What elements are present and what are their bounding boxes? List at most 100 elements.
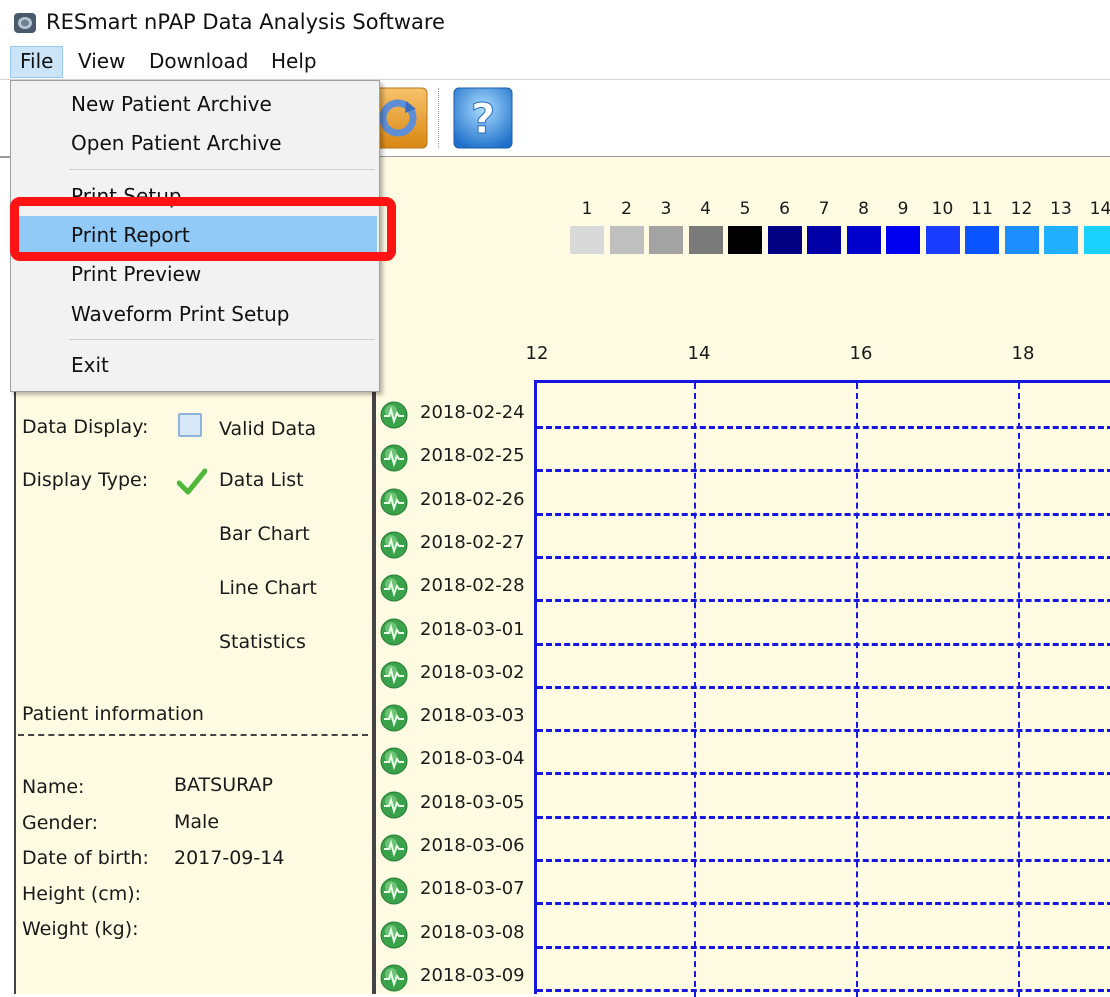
legend-number: 8 — [844, 199, 884, 219]
hour-tick-label: 14 — [679, 343, 719, 364]
menu-view[interactable]: View — [69, 46, 134, 76]
display-type-label: Display Type: — [22, 469, 148, 491]
record-row-line — [537, 859, 1110, 862]
legend-swatch — [926, 226, 960, 254]
record-date-label[interactable]: 2018-03-05 — [420, 792, 525, 813]
toolbar-separator — [438, 88, 439, 148]
record-row-line — [537, 902, 1110, 905]
record-icon[interactable] — [380, 921, 408, 949]
valid-data-label[interactable]: Valid Data — [219, 418, 316, 440]
menu-separator — [69, 339, 375, 340]
patient-info-divider — [18, 734, 368, 736]
legend-swatch — [807, 226, 841, 254]
record-row-line — [537, 729, 1110, 732]
record-row-line — [537, 989, 1110, 992]
menu-help[interactable]: Help — [262, 46, 326, 76]
legend-number: 4 — [686, 199, 726, 219]
legend-number: 5 — [725, 199, 765, 219]
legend-number: 2 — [607, 199, 647, 219]
record-row-line — [537, 946, 1110, 949]
hour-tick-label: 16 — [841, 343, 881, 364]
legend-number: 1 — [567, 199, 607, 219]
record-row-line — [537, 686, 1110, 689]
display-type-line-chart[interactable]: Line Chart — [219, 577, 317, 599]
legend-swatch — [570, 226, 604, 254]
record-icon[interactable] — [380, 661, 408, 689]
record-icon[interactable] — [380, 791, 408, 819]
record-icon[interactable] — [380, 444, 408, 472]
record-icon[interactable] — [380, 834, 408, 862]
record-date-label[interactable]: 2018-02-24 — [420, 402, 525, 423]
record-date-label[interactable]: 2018-02-27 — [420, 532, 525, 553]
legend-number: 12 — [1002, 199, 1042, 219]
height-label: Height (cm): — [22, 883, 141, 905]
record-date-label[interactable]: 2018-02-26 — [420, 489, 525, 510]
record-icon[interactable] — [380, 488, 408, 516]
data-display-label: Data Display: — [22, 416, 148, 438]
legend-number: 11 — [962, 199, 1002, 219]
display-type-statistics[interactable]: Statistics — [219, 631, 306, 653]
menu-download[interactable]: Download — [140, 46, 257, 76]
menu-item-exit[interactable]: Exit — [11, 346, 377, 384]
record-row-line — [537, 513, 1110, 516]
dob-label: Date of birth: — [22, 847, 149, 869]
record-date-label[interactable]: 2018-03-02 — [420, 662, 525, 683]
record-icon[interactable] — [380, 574, 408, 602]
record-icon[interactable] — [380, 877, 408, 905]
legend-swatch — [649, 226, 683, 254]
display-type-bar-chart[interactable]: Bar Chart — [219, 523, 310, 545]
record-date-label[interactable]: 2018-03-09 — [420, 965, 525, 986]
record-date-label[interactable]: 2018-03-03 — [420, 705, 525, 726]
record-icon[interactable] — [380, 618, 408, 646]
record-date-label[interactable]: 2018-03-01 — [420, 619, 525, 640]
record-icon[interactable] — [380, 401, 408, 429]
record-icon[interactable] — [380, 531, 408, 559]
hour-tick-label: 18 — [1003, 343, 1043, 364]
record-date-label[interactable]: 2018-02-25 — [420, 445, 525, 466]
legend-swatch — [1005, 226, 1039, 254]
menu-item-open-patient-archive[interactable]: Open Patient Archive — [11, 124, 377, 162]
legend-number: 13 — [1041, 199, 1081, 219]
legend-swatch — [965, 226, 999, 254]
menu-file[interactable]: File — [10, 46, 63, 78]
annotation-highlight-box — [10, 197, 396, 261]
name-label: Name: — [22, 776, 84, 798]
record-icon[interactable] — [380, 747, 408, 775]
title-bar: RESmart nPAP Data Analysis Software — [0, 0, 1110, 44]
legend-swatch — [886, 226, 920, 254]
record-icon[interactable] — [380, 964, 408, 992]
record-row-line — [537, 816, 1110, 819]
checkmark-icon — [177, 466, 207, 496]
record-row-line — [537, 772, 1110, 775]
help-icon[interactable]: ? — [453, 87, 513, 149]
usage-chart[interactable] — [534, 380, 1110, 994]
menu-bar: File View Download Help — [0, 44, 1110, 78]
legend-swatch — [689, 226, 723, 254]
gender-label: Gender: — [22, 812, 98, 834]
record-icon[interactable] — [380, 704, 408, 732]
app-icon — [14, 13, 36, 33]
legend-number: 9 — [883, 199, 923, 219]
dob-value: 2017-09-14 — [174, 847, 284, 869]
gender-value: Male — [174, 811, 219, 833]
legend-swatch — [610, 226, 644, 254]
legend-number: 10 — [923, 199, 963, 219]
name-value: BATSURAP — [174, 774, 273, 796]
legend-number: 14 — [1081, 199, 1110, 219]
display-type-data-list[interactable]: Data List — [219, 469, 304, 491]
record-date-label[interactable]: 2018-03-06 — [420, 835, 525, 856]
menu-item-waveform-print-setup[interactable]: Waveform Print Setup — [11, 295, 377, 333]
record-date-label[interactable]: 2018-03-07 — [420, 878, 525, 899]
record-date-label[interactable]: 2018-03-04 — [420, 748, 525, 769]
record-date-label[interactable]: 2018-02-28 — [420, 575, 525, 596]
legend-swatch — [728, 226, 762, 254]
legend-swatch — [768, 226, 802, 254]
legend-swatch — [1084, 226, 1110, 254]
valid-data-checkbox[interactable] — [178, 413, 202, 437]
hour-tick-label: 12 — [517, 343, 557, 364]
menu-item-new-patient-archive[interactable]: New Patient Archive — [11, 85, 377, 123]
legend-number: 7 — [804, 199, 844, 219]
record-date-label[interactable]: 2018-03-08 — [420, 922, 525, 943]
legend-swatch — [1044, 226, 1078, 254]
window-title: RESmart nPAP Data Analysis Software — [46, 10, 445, 34]
